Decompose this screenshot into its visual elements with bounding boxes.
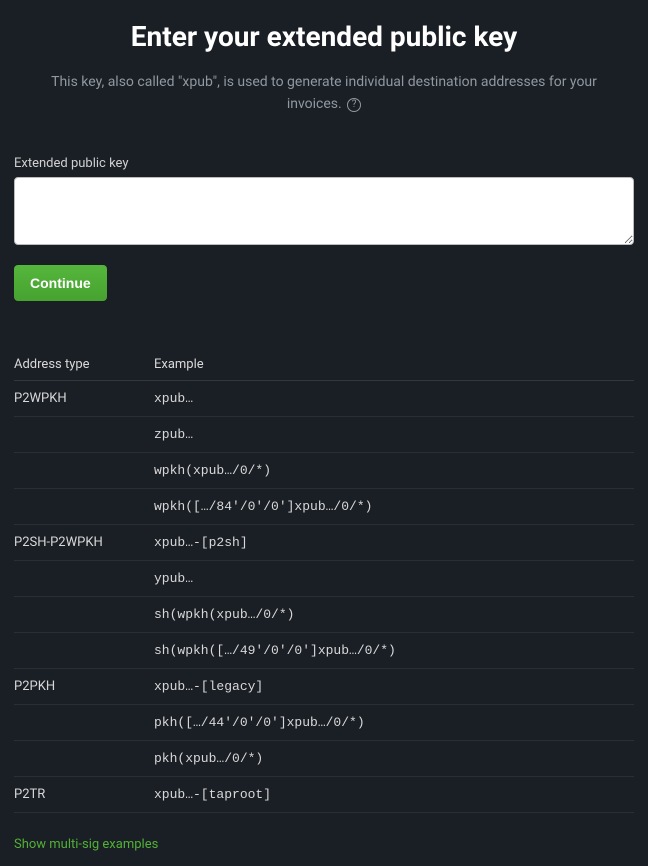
table-row: pkh([…/44'/0'/0']xpub…/0/*) — [14, 704, 634, 740]
table-row: ypub… — [14, 560, 634, 596]
type-cell — [14, 740, 154, 776]
type-cell — [14, 560, 154, 596]
type-cell: P2PKH — [14, 668, 154, 704]
page-title: Enter your extended public key — [14, 20, 634, 53]
type-cell — [14, 488, 154, 524]
table-row: zpub… — [14, 416, 634, 452]
table-row: wpkh(xpub…/0/*) — [14, 452, 634, 488]
continue-button[interactable]: Continue — [14, 265, 107, 301]
example-cell: sh(wpkh([…/49'/0'/0']xpub…/0/*) — [154, 632, 634, 668]
example-cell: xpub… — [154, 380, 634, 416]
xpub-label: Extended public key — [14, 156, 634, 171]
example-cell: zpub… — [154, 416, 634, 452]
type-cell: P2SH-P2WPKH — [14, 524, 154, 560]
examples-table: Address type Example P2WPKHxpub…zpub…wpk… — [14, 347, 634, 813]
xpub-field: Extended public key — [14, 156, 634, 249]
table-row: wpkh([…/84'/0'/0']xpub…/0/*) — [14, 488, 634, 524]
example-cell: xpub…-[p2sh] — [154, 524, 634, 560]
col-header-type: Address type — [14, 347, 154, 381]
example-cell: pkh([…/44'/0'/0']xpub…/0/*) — [154, 704, 634, 740]
table-row: sh(wpkh(xpub…/0/*) — [14, 596, 634, 632]
xpub-input[interactable] — [14, 177, 634, 245]
example-cell: ypub… — [154, 560, 634, 596]
table-row: sh(wpkh([…/49'/0'/0']xpub…/0/*) — [14, 632, 634, 668]
type-cell — [14, 452, 154, 488]
page-subtitle: This key, also called "xpub", is used to… — [14, 71, 634, 116]
show-multisig-link[interactable]: Show multi-sig examples — [14, 837, 158, 852]
table-row: P2WPKHxpub… — [14, 380, 634, 416]
table-row: P2SH-P2WPKHxpub…-[p2sh] — [14, 524, 634, 560]
type-cell — [14, 704, 154, 740]
col-header-example: Example — [154, 347, 634, 381]
help-icon[interactable]: ? — [347, 98, 361, 112]
example-cell: wpkh([…/84'/0'/0']xpub…/0/*) — [154, 488, 634, 524]
examples-table-wrap: Address type Example P2WPKHxpub…zpub…wpk… — [14, 347, 634, 813]
type-cell — [14, 596, 154, 632]
example-cell: xpub…-[legacy] — [154, 668, 634, 704]
table-row: P2PKHxpub…-[legacy] — [14, 668, 634, 704]
table-row: pkh(xpub…/0/*) — [14, 740, 634, 776]
type-cell — [14, 416, 154, 452]
type-cell: P2WPKH — [14, 380, 154, 416]
example-cell: sh(wpkh(xpub…/0/*) — [154, 596, 634, 632]
type-cell — [14, 632, 154, 668]
example-cell: pkh(xpub…/0/*) — [154, 740, 634, 776]
subtitle-text: This key, also called "xpub", is used to… — [51, 74, 597, 112]
example-cell: wpkh(xpub…/0/*) — [154, 452, 634, 488]
